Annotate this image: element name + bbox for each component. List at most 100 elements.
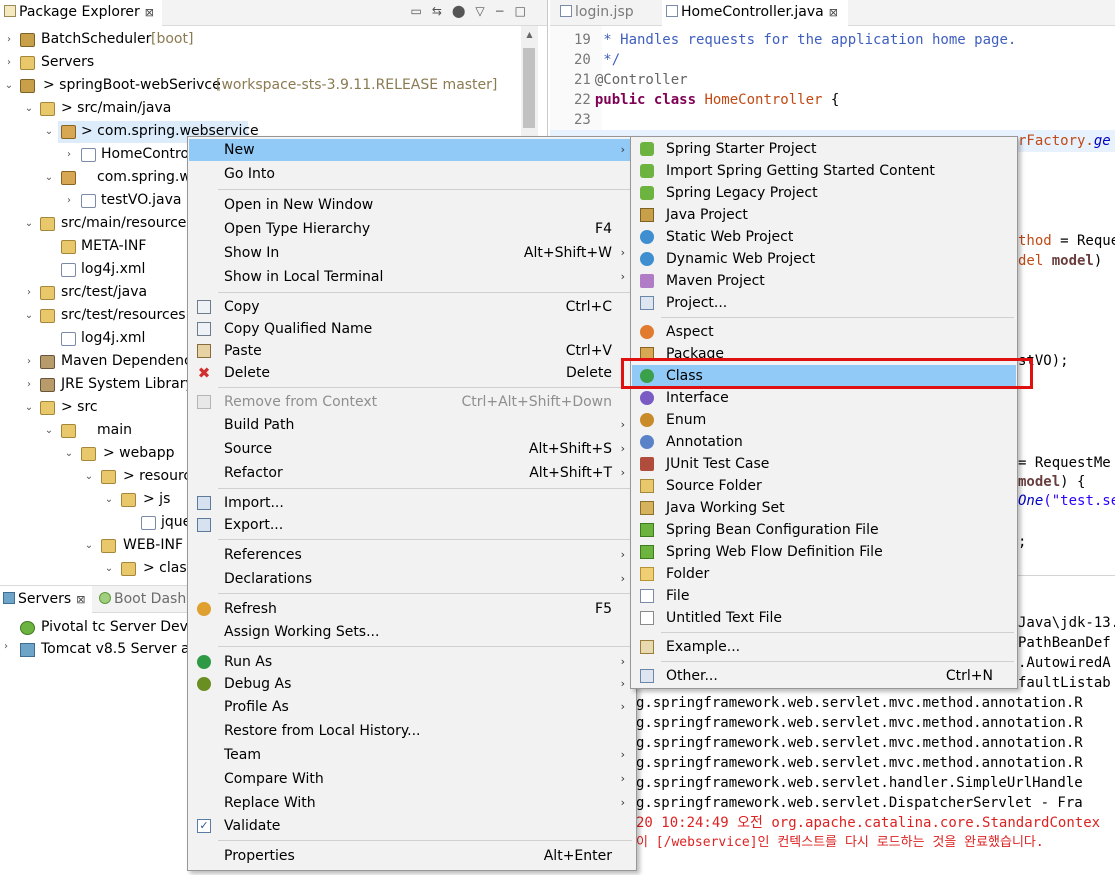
- menu-item-copy-qualified-name[interactable]: Copy Qualified Name: [189, 318, 635, 340]
- menu-item-show-in-local-terminal[interactable]: Show in Local Terminal ›: [189, 266, 635, 288]
- collapse-icon[interactable]: ⌄: [44, 420, 54, 441]
- menu-item-properties[interactable]: Properties Alt+Enter: [189, 845, 635, 867]
- menu-item-remove-from-context[interactable]: Remove from Context Ctrl+Alt+Shift+Down: [189, 391, 635, 413]
- menu-item-run-as[interactable]: Run As ›: [189, 651, 635, 673]
- menu-item-paste[interactable]: Paste Ctrl+V: [189, 340, 635, 362]
- menu-item-refactor[interactable]: Refactor Alt+Shift+T ›: [189, 462, 635, 484]
- collapse-icon[interactable]: ⌄: [24, 213, 34, 234]
- expand-icon[interactable]: ›: [24, 374, 34, 395]
- collapse-icon[interactable]: ⌄: [104, 489, 114, 510]
- menu-item-restore-from-local-history[interactable]: Restore from Local History...: [189, 720, 635, 742]
- collapse-icon[interactable]: ⌄: [24, 98, 34, 119]
- tab-servers[interactable]: Servers ⊠: [0, 586, 92, 613]
- tab-boot-dashboard[interactable]: Boot Dash: [96, 586, 186, 613]
- source-folder-icon: [40, 286, 55, 300]
- submenu-item-source-folder[interactable]: Source Folder: [632, 475, 1016, 497]
- scroll-up-icon[interactable]: ▲: [521, 30, 538, 39]
- menu-item-delete[interactable]: ✖ Delete Delete: [189, 362, 635, 384]
- tab-login-jsp[interactable]: login.jsp: [556, 0, 634, 26]
- menu-item-label: Assign Working Sets...: [224, 624, 380, 640]
- menu-item-refresh[interactable]: Refresh F5: [189, 598, 635, 620]
- submenu-item-file[interactable]: File: [632, 585, 1016, 607]
- tree-item-label: > src/main/java: [61, 100, 172, 116]
- console-line: PathBeanDef: [1018, 635, 1111, 651]
- collapse-icon[interactable]: ⌄: [104, 558, 114, 579]
- submenu-item-maven-project[interactable]: Maven Project: [632, 270, 1016, 292]
- menu-item-assign-working-sets[interactable]: Assign Working Sets...: [189, 621, 635, 643]
- submenu-arrow-icon: ›: [620, 442, 625, 455]
- expand-icon[interactable]: ›: [64, 144, 74, 165]
- collapse-icon[interactable]: ⌄: [84, 466, 94, 487]
- menu-item-build-path[interactable]: Build Path ›: [189, 414, 635, 436]
- tree-item[interactable]: › Servers: [0, 52, 547, 75]
- collapse-icon[interactable]: ⌄: [64, 443, 74, 464]
- view-toolbar-icons[interactable]: ▭⇆⬤▽−□: [411, 4, 536, 18]
- menu-item-team[interactable]: Team ›: [189, 744, 635, 766]
- submenu-item-java-working-set[interactable]: Java Working Set: [632, 497, 1016, 519]
- tree-item[interactable]: › BatchScheduler [boot]: [0, 29, 547, 52]
- submenu-item-enum[interactable]: Enum: [632, 409, 1016, 431]
- menu-item-compare-with[interactable]: Compare With ›: [189, 768, 635, 790]
- menu-item-label: Run As: [224, 654, 273, 670]
- submenu-item-spring-starter-project[interactable]: Spring Starter Project: [632, 138, 1016, 160]
- submenu-item-folder[interactable]: Folder: [632, 563, 1016, 585]
- menu-separator: [218, 646, 632, 647]
- collapse-icon[interactable]: ⌄: [24, 305, 34, 326]
- menu-item-go-into[interactable]: Go Into: [189, 163, 635, 185]
- tab-homecontroller-java[interactable]: HomeController.java ⊠: [662, 0, 848, 26]
- collapse-icon[interactable]: ⌄: [24, 397, 34, 418]
- menu-item-references[interactable]: References ›: [189, 544, 635, 566]
- menu-item-label: Copy: [224, 299, 260, 315]
- submenu-item-junit-test-case[interactable]: JUnit Test Case: [632, 453, 1016, 475]
- menu-item-import[interactable]: Import...: [189, 492, 635, 514]
- menu-item-source[interactable]: Source Alt+Shift+S ›: [189, 438, 635, 460]
- submenu-item-untitled-text-file[interactable]: Untitled Text File: [632, 607, 1016, 629]
- menu-item-replace-with[interactable]: Replace With ›: [189, 792, 635, 814]
- submenu-item-example[interactable]: Example...: [632, 636, 1016, 658]
- expand-icon[interactable]: ›: [4, 29, 14, 50]
- menu-item-profile-as[interactable]: Profile As ›: [189, 696, 635, 718]
- collapse-icon[interactable]: ⌄: [4, 75, 14, 96]
- menu-separator: [661, 661, 1014, 662]
- menu-item-declarations[interactable]: Declarations ›: [189, 568, 635, 590]
- expand-icon[interactable]: ›: [24, 282, 34, 303]
- submenu-item-annotation[interactable]: Annotation: [632, 431, 1016, 453]
- code-text: ): [1093, 253, 1103, 269]
- tree-item[interactable]: ⌄ > src/main/java: [0, 98, 547, 121]
- code-type: HomeController: [704, 92, 823, 108]
- submenu-arrow-icon: ›: [620, 796, 625, 809]
- menu-item-validate[interactable]: ✓ Validate: [189, 815, 635, 837]
- close-icon[interactable]: ⊠: [829, 6, 838, 19]
- package-explorer-tab[interactable]: Package Explorer ⊠: [0, 0, 162, 26]
- expand-icon[interactable]: ›: [64, 190, 74, 211]
- menu-item-export[interactable]: Export...: [189, 514, 635, 536]
- submenu-item-project[interactable]: Project...: [632, 292, 1016, 314]
- submenu-item-dynamic-web-project[interactable]: Dynamic Web Project: [632, 248, 1016, 270]
- submenu-item-static-web-project[interactable]: Static Web Project: [632, 226, 1016, 248]
- submenu-item-java-project[interactable]: Java Project: [632, 204, 1016, 226]
- submenu-item-aspect[interactable]: Aspect: [632, 321, 1016, 343]
- menu-item-copy[interactable]: Copy Ctrl+C: [189, 296, 635, 318]
- collapse-icon[interactable]: ⌄: [44, 167, 54, 188]
- close-icon[interactable]: ⊠: [76, 593, 85, 606]
- submenu-item-spring-legacy-project[interactable]: Spring Legacy Project: [632, 182, 1016, 204]
- expand-icon[interactable]: ›: [4, 52, 14, 73]
- submenu-item-other[interactable]: Other... Ctrl+N: [632, 665, 1016, 687]
- tree-item[interactable]: ⌄ > springBoot-webSerivce [workspace-sts-3…: [0, 75, 547, 98]
- menu-item-new[interactable]: New ›: [189, 139, 635, 161]
- submenu-item-import-spring-content[interactable]: Import Spring Getting Started Content: [632, 160, 1016, 182]
- submenu-item-spring-web-flow[interactable]: Spring Web Flow Definition File: [632, 541, 1016, 563]
- expand-icon[interactable]: ›: [4, 641, 8, 652]
- collapse-icon[interactable]: ⌄: [84, 535, 94, 556]
- submenu-arrow-icon: ›: [620, 466, 625, 479]
- scrollbar-thumb[interactable]: [523, 48, 535, 128]
- menu-item-debug-as[interactable]: Debug As ›: [189, 673, 635, 695]
- menu-item-show-in[interactable]: Show In Alt+Shift+W ›: [189, 242, 635, 264]
- expand-icon[interactable]: ›: [24, 351, 34, 372]
- submenu-item-spring-bean-config[interactable]: Spring Bean Configuration File: [632, 519, 1016, 541]
- menu-item-open-in-new-window[interactable]: Open in New Window: [189, 194, 635, 216]
- submenu-item-interface[interactable]: Interface: [632, 387, 1016, 409]
- menu-item-open-type-hierarchy[interactable]: Open Type Hierarchy F4: [189, 218, 635, 240]
- collapse-icon[interactable]: ⌄: [44, 121, 54, 142]
- close-icon[interactable]: ⊠: [145, 6, 154, 19]
